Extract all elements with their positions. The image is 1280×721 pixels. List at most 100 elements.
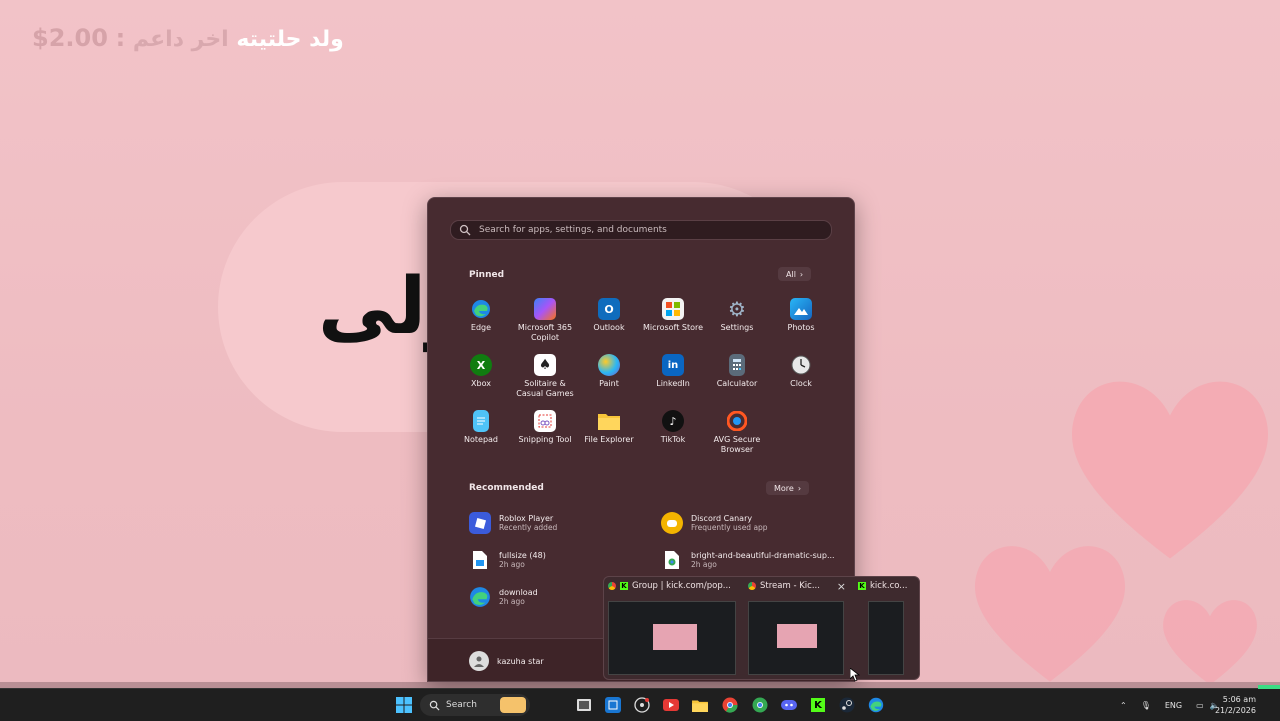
- task-view-button[interactable]: [574, 695, 594, 715]
- recommended-item[interactable]: Discord Canary Frequently used app: [661, 508, 831, 538]
- pinned-xbox[interactable]: X Xbox: [449, 354, 513, 389]
- edge-icon: [470, 298, 492, 320]
- app-label: Clock: [790, 379, 812, 388]
- rec-subtitle: 2h ago: [499, 597, 525, 606]
- search-highlight-icon: [500, 697, 526, 713]
- rec-title: Roblox Player: [499, 514, 554, 523]
- pinned-notepad[interactable]: Notepad: [449, 410, 513, 445]
- more-label: More: [774, 483, 794, 493]
- store-icon: [662, 298, 684, 320]
- chevron-right-icon: ›: [799, 269, 804, 279]
- donor-name: ولد حلتيته: [236, 27, 344, 52]
- outlook-icon: [605, 697, 621, 713]
- tiktok-icon: ♪: [662, 410, 684, 432]
- thumbnail-image: [608, 601, 736, 675]
- taskbar-app[interactable]: [661, 695, 681, 715]
- pinned-solitaire[interactable]: ♠ Solitaire & Casual Games: [513, 354, 577, 399]
- taskbar-app[interactable]: [837, 695, 857, 715]
- heart-icon: [974, 546, 1126, 682]
- taskbar-app-kick[interactable]: K: [808, 695, 828, 715]
- app-label: Notepad: [464, 435, 498, 444]
- pinned-file-explorer[interactable]: File Explorer: [577, 410, 641, 445]
- app-label: Outlook: [593, 323, 625, 332]
- heart-icon: [1163, 600, 1257, 685]
- linkedin-icon: in: [662, 354, 684, 376]
- pinned-copilot[interactable]: Microsoft 365 Copilot: [513, 298, 577, 343]
- paint-icon: [598, 354, 620, 376]
- avg-icon: [726, 410, 748, 432]
- pinned-title: Pinned: [469, 270, 505, 280]
- pinned-avg-browser[interactable]: AVG Secure Browser: [705, 410, 769, 455]
- video-icon: [663, 699, 679, 711]
- solitaire-icon: ♠: [534, 354, 556, 376]
- taskbar-app[interactable]: [632, 695, 652, 715]
- pinned-linkedin[interactable]: in LinkedIn: [641, 354, 705, 389]
- kick-icon: K: [858, 582, 866, 590]
- thumbnail-title: kick.co...: [870, 581, 908, 591]
- task-view-icon: [577, 699, 591, 711]
- thumbnail-image: [748, 601, 844, 675]
- taskbar-app[interactable]: [690, 695, 710, 715]
- thumbnail-window[interactable]: Stream - Kic... ×: [744, 577, 848, 679]
- notification-indicator[interactable]: [1258, 685, 1280, 689]
- taskbar-app[interactable]: [603, 695, 623, 715]
- thumbnail-window[interactable]: K kick.co...: [854, 577, 918, 679]
- photos-icon: [790, 298, 812, 320]
- edge-icon: [469, 586, 491, 608]
- recommended-item[interactable]: fullsize (48) 2h ago: [469, 545, 639, 575]
- app-label: LinkedIn: [656, 379, 690, 388]
- app-label: Snipping Tool: [518, 435, 572, 444]
- app-label: Photos: [787, 323, 815, 332]
- donation-amount: $2.00: [32, 24, 108, 52]
- pinned-calculator[interactable]: Calculator: [705, 354, 769, 389]
- network-icon[interactable]: ▭: [1196, 701, 1204, 710]
- app-label: Microsoft Store: [642, 323, 704, 332]
- app-label: Calculator: [716, 379, 758, 388]
- chrome-icon: [722, 697, 738, 713]
- chevron-right-icon: ›: [797, 483, 802, 493]
- start-button[interactable]: [394, 695, 414, 715]
- pinned-photos[interactable]: Photos: [769, 298, 833, 333]
- pinned-store[interactable]: Microsoft Store: [641, 298, 705, 333]
- chrome-icon: [608, 582, 616, 590]
- pinned-settings[interactable]: ⚙ Settings: [705, 298, 769, 333]
- taskbar-clock[interactable]: 5:06 am 21/2/2026: [1215, 694, 1256, 716]
- more-button[interactable]: More ›: [766, 481, 810, 495]
- user-account-button[interactable]: kazuha star: [469, 651, 544, 671]
- pinned-snipping[interactable]: Snipping Tool: [513, 410, 577, 445]
- folder-icon: [598, 410, 620, 432]
- donation-separator: :: [115, 24, 126, 52]
- thumbnail-image: [868, 601, 904, 675]
- app-label: Edge: [470, 323, 492, 332]
- rec-title: fullsize (48): [499, 551, 546, 560]
- start-search-input[interactable]: [477, 224, 821, 236]
- chrome-file-icon: [661, 549, 683, 571]
- language-indicator[interactable]: ENG: [1165, 701, 1182, 710]
- chevron-up-icon[interactable]: ⌃: [1120, 701, 1127, 710]
- taskbar-app[interactable]: [720, 695, 740, 715]
- all-apps-button[interactable]: All ›: [778, 267, 812, 281]
- taskbar-app[interactable]: [779, 695, 799, 715]
- rec-subtitle: 2h ago: [691, 560, 717, 569]
- recommended-item[interactable]: Roblox Player Recently added: [469, 508, 639, 538]
- close-icon[interactable]: ×: [837, 580, 846, 593]
- recommended-item[interactable]: bright-and-beautiful-dramatic-sup... 2h a…: [661, 545, 835, 575]
- pinned-paint[interactable]: Paint: [577, 354, 641, 389]
- kick-icon: K: [620, 582, 628, 590]
- taskbar-search[interactable]: Search: [420, 694, 530, 716]
- start-search-box[interactable]: [450, 220, 832, 240]
- pinned-clock[interactable]: Clock: [769, 354, 833, 389]
- pinned-tiktok[interactable]: ♪ TikTok: [641, 410, 705, 445]
- last-donor-overlay: $2.00 : ولد حلتيته اخر داعم: [32, 24, 344, 52]
- taskbar-app[interactable]: [750, 695, 770, 715]
- search-icon: [429, 700, 440, 711]
- microphone-icon[interactable]: 🎙: [1141, 701, 1151, 710]
- pinned-outlook[interactable]: O Outlook: [577, 298, 641, 333]
- obs-icon: [634, 697, 650, 713]
- user-name: kazuha star: [497, 656, 544, 666]
- pinned-edge[interactable]: Edge: [449, 298, 513, 333]
- xbox-icon: X: [470, 354, 492, 376]
- thumbnail-window[interactable]: K Group | kick.com/pop...: [604, 577, 740, 679]
- discord-icon: [661, 512, 683, 534]
- taskbar-app[interactable]: [866, 695, 886, 715]
